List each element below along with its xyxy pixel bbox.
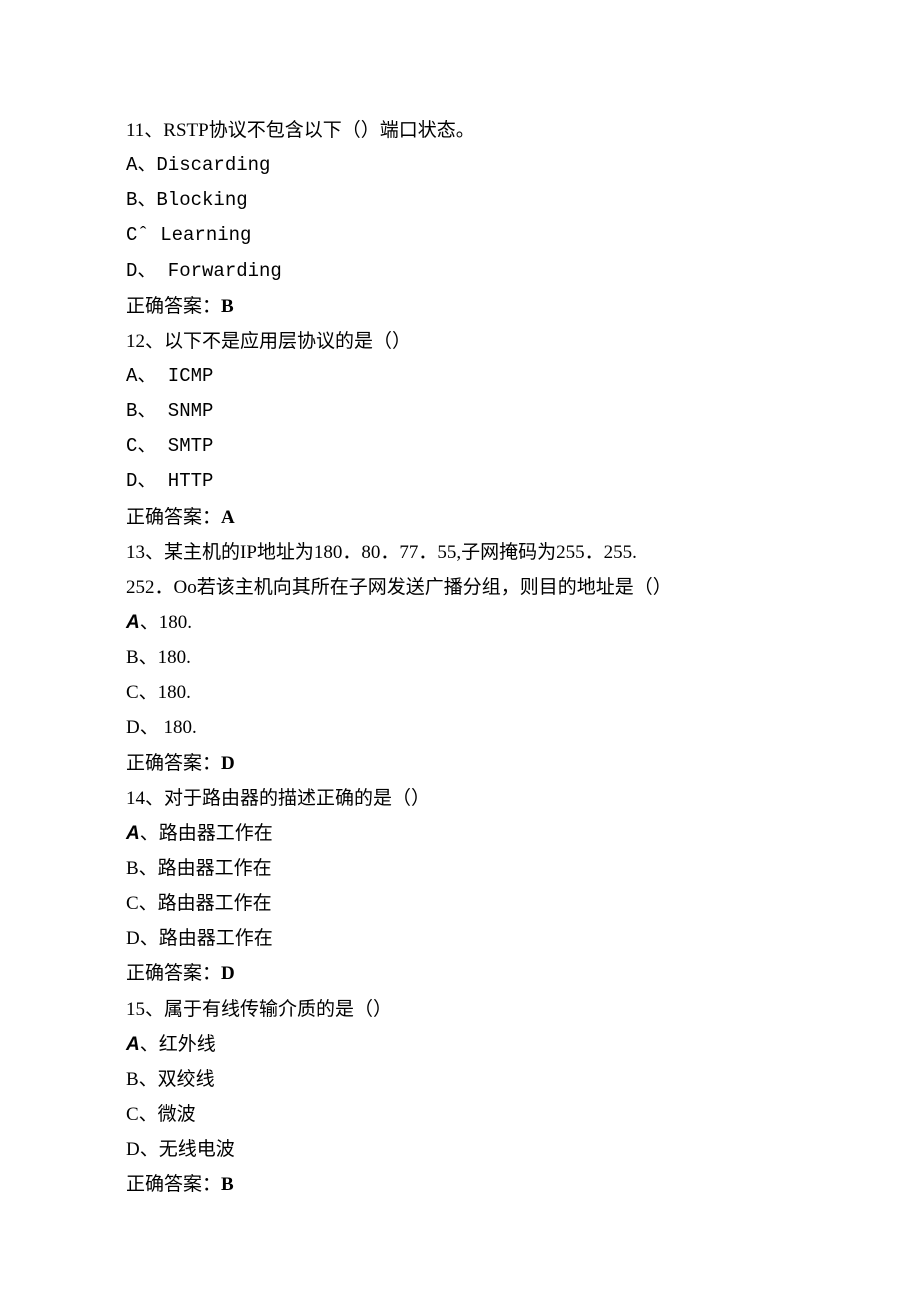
answer-value: B xyxy=(221,1174,234,1195)
q12-option-b: B、 SNMP xyxy=(126,394,796,429)
q15-answer: 正确答案：B xyxy=(126,1167,796,1202)
answer-label: 正确答案： xyxy=(126,296,221,317)
q14-option-b: B、路由器工作在 xyxy=(126,851,796,886)
q11-option-a: A、Discarding xyxy=(126,148,796,183)
option-text: 、路由器工作在 xyxy=(140,823,273,844)
answer-label: 正确答案： xyxy=(126,1174,221,1195)
q13-stem-line2: 252．Oo若该主机向其所在子网发送广播分组，则目的地址是（） xyxy=(126,570,796,605)
answer-value: D xyxy=(221,753,235,774)
q11-option-b: B、Blocking xyxy=(126,183,796,218)
answer-value: B xyxy=(221,296,234,317)
q15-option-d: D、无线电波 xyxy=(126,1132,796,1167)
q15-option-b: B、双绞线 xyxy=(126,1062,796,1097)
q14-answer: 正确答案：D xyxy=(126,956,796,991)
q14-option-a: A、路由器工作在 xyxy=(126,816,796,851)
q11-stem: 11、RSTP协议不包含以下（）端口状态。 xyxy=(126,113,796,148)
option-letter: A xyxy=(126,612,140,633)
option-letter: A xyxy=(126,1034,140,1055)
q14-option-c: C、路由器工作在 xyxy=(126,886,796,921)
q13-option-a: A、180. xyxy=(126,605,796,640)
answer-value: D xyxy=(221,963,235,984)
q12-stem: 12、以下不是应用层协议的是（） xyxy=(126,324,796,359)
q15-option-c: C、微波 xyxy=(126,1097,796,1132)
q11-answer: 正确答案：B xyxy=(126,289,796,324)
option-text: 、180. xyxy=(140,612,192,633)
q14-stem: 14、对于路由器的描述正确的是（） xyxy=(126,781,796,816)
option-text: 、红外线 xyxy=(140,1034,216,1055)
q12-option-a: A、 ICMP xyxy=(126,359,796,394)
q13-option-b: B、180. xyxy=(126,640,796,675)
document-body: 11、RSTP协议不包含以下（）端口状态。 A、Discarding B、Blo… xyxy=(126,113,796,1202)
option-letter: A xyxy=(126,823,140,844)
answer-label: 正确答案： xyxy=(126,963,221,984)
q12-option-c: C、 SMTP xyxy=(126,429,796,464)
q12-answer: 正确答案：A xyxy=(126,500,796,535)
q11-option-d: D、 Forwarding xyxy=(126,254,796,289)
q15-stem: 15、属于有线传输介质的是（） xyxy=(126,992,796,1027)
answer-label: 正确答案： xyxy=(126,753,221,774)
q13-option-c: C、180. xyxy=(126,675,796,710)
q13-option-d: D、 180. xyxy=(126,710,796,745)
q13-stem-line1: 13、某主机的IP地址为180．80．77．55,子网掩码为255．255. xyxy=(126,535,796,570)
q11-option-c: Cˆ Learning xyxy=(126,218,796,253)
answer-label: 正确答案： xyxy=(126,507,221,528)
q15-option-a: A、红外线 xyxy=(126,1027,796,1062)
answer-value: A xyxy=(221,507,235,528)
q13-answer: 正确答案：D xyxy=(126,746,796,781)
q12-option-d: D、 HTTP xyxy=(126,464,796,499)
q14-option-d: D、路由器工作在 xyxy=(126,921,796,956)
